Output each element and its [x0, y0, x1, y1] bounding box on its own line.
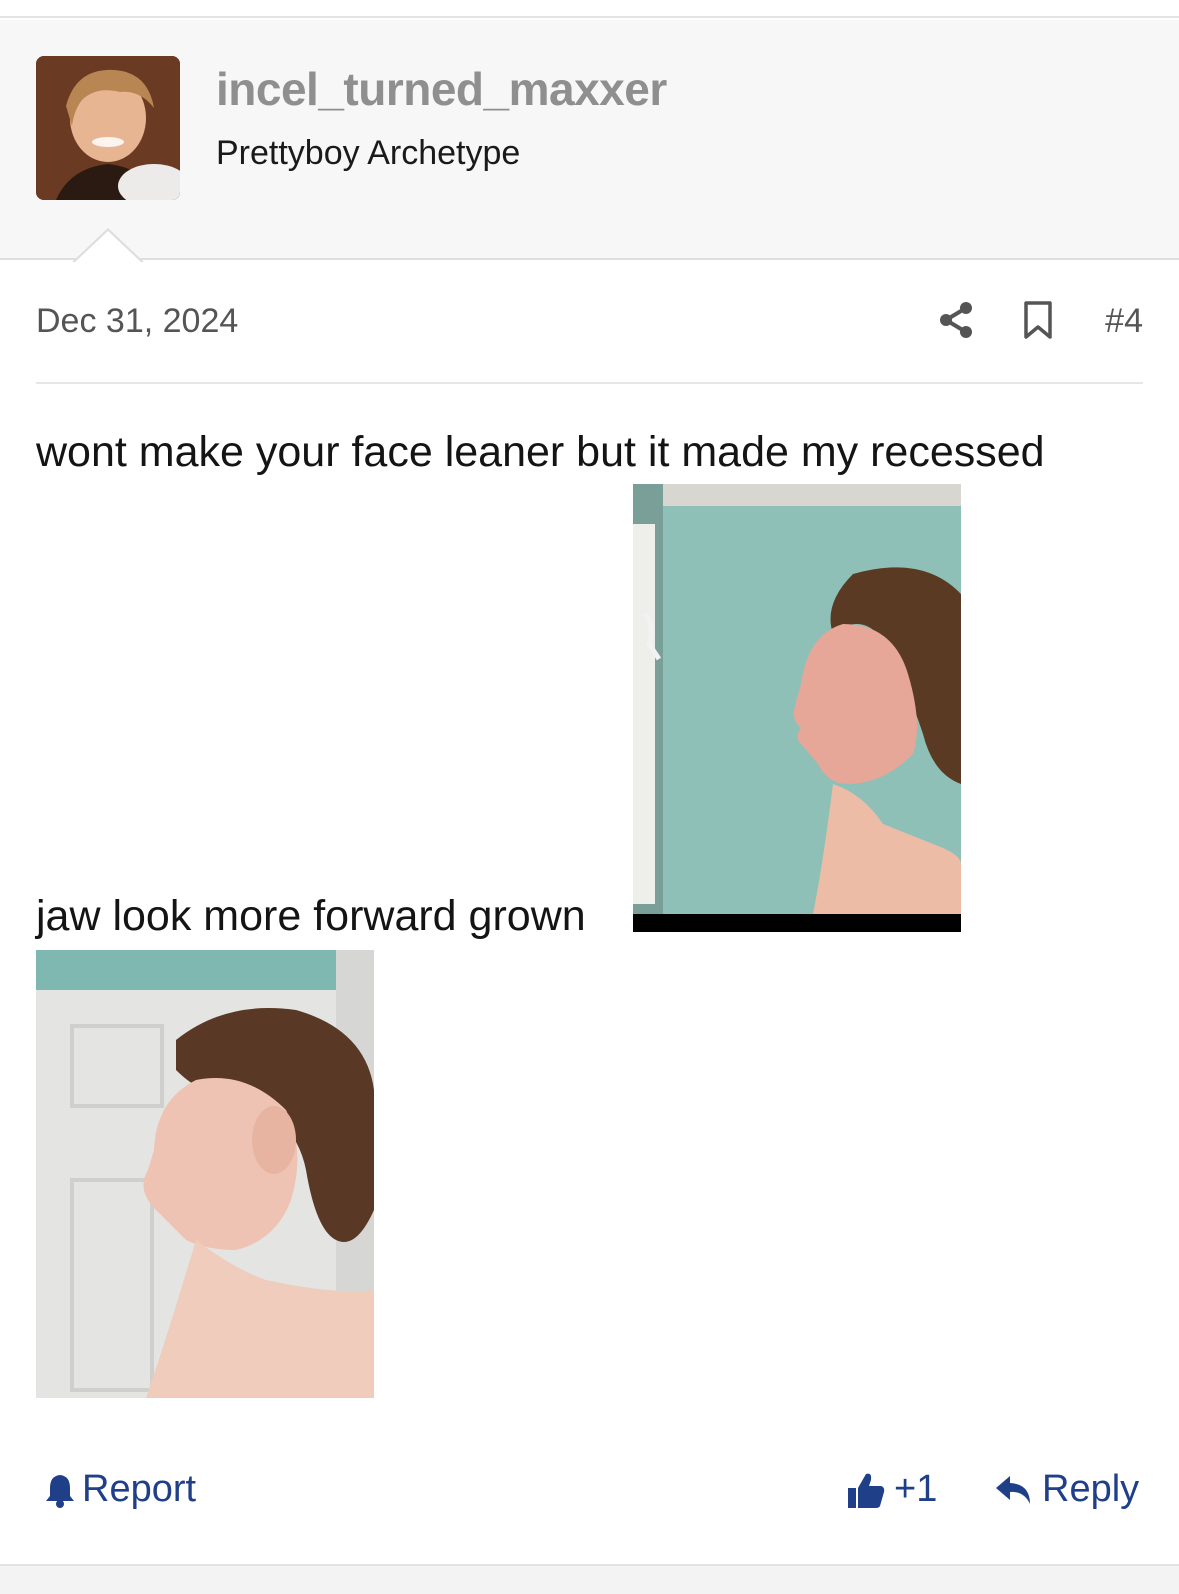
user-title: Prettyboy Archetype: [216, 134, 521, 172]
attached-photo-2[interactable]: [36, 950, 374, 1398]
like-count: +1: [894, 1468, 938, 1510]
username[interactable]: incel_turned_maxxer: [216, 62, 667, 116]
thumbs-up-icon: [848, 1473, 885, 1508]
post-meta: Dec 31, 2024 #4: [36, 298, 1143, 346]
bottom-divider: [0, 1564, 1179, 1594]
post-body-line-1: wont make your face leaner but it made m…: [36, 428, 1045, 476]
post-author-header: incel_turned_maxxer Prettyboy Archetype: [0, 20, 1179, 260]
report-label: Report: [82, 1468, 197, 1510]
bookmark-icon[interactable]: [1020, 300, 1056, 340]
forum-post: incel_turned_maxxer Prettyboy Archetype …: [0, 0, 1179, 1594]
top-divider: [0, 0, 1179, 18]
post-date[interactable]: Dec 31, 2024: [36, 302, 238, 341]
post-number[interactable]: #4: [1105, 302, 1143, 341]
avatar[interactable]: [36, 56, 180, 200]
like-button[interactable]: +1: [846, 1468, 937, 1511]
reply-button[interactable]: Reply: [994, 1468, 1139, 1511]
post-actions: Report +1 Reply: [36, 1462, 1143, 1522]
reply-arrow-icon: [996, 1475, 1030, 1504]
report-button[interactable]: Report: [44, 1468, 196, 1511]
bell-icon: [46, 1474, 74, 1508]
reply-label: Reply: [1042, 1468, 1140, 1510]
post-body-line-2: jaw look more forward grown: [36, 892, 586, 940]
share-icon[interactable]: [936, 300, 976, 340]
header-notch-fill: [74, 231, 142, 263]
meta-divider: [36, 382, 1143, 384]
attached-photo-1[interactable]: [633, 484, 961, 932]
